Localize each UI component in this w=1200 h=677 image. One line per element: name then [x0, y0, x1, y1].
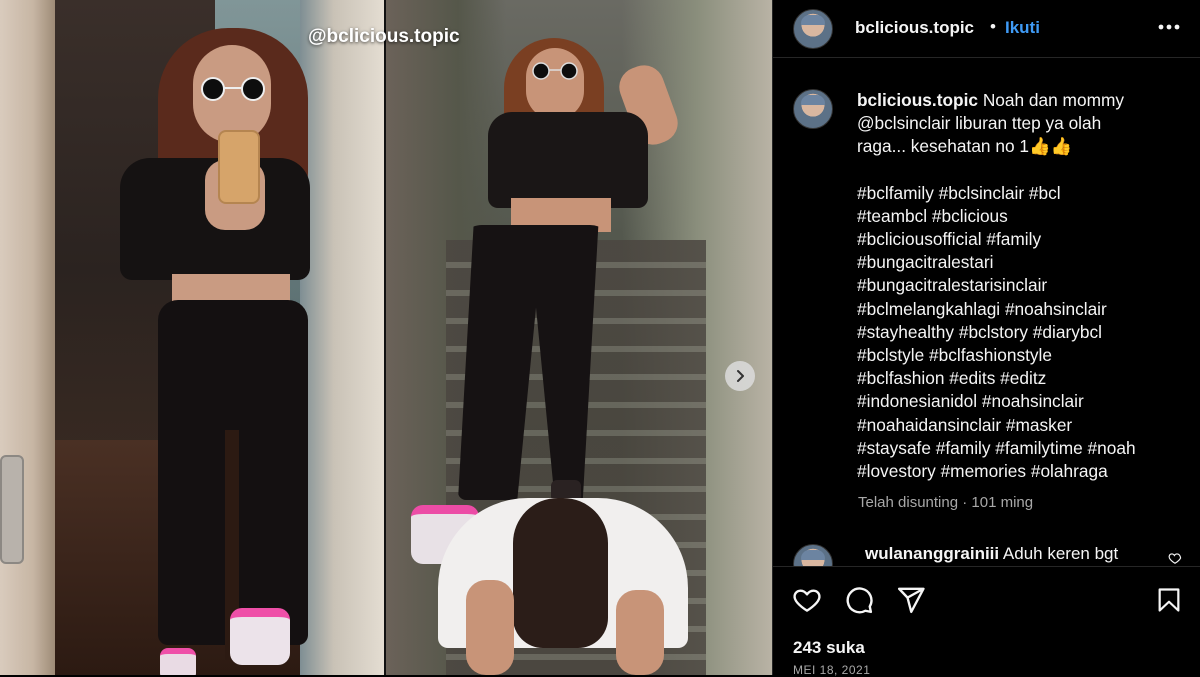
follow-button[interactable]: Ikuti	[1005, 18, 1040, 38]
caption-text: Noah dan mommy	[982, 90, 1124, 110]
child-arm-left	[466, 580, 514, 675]
caption-line: @bclsinclair liburan ttep ya olah	[857, 113, 1102, 134]
sunglasses-icon	[532, 62, 578, 80]
mirror-edge	[300, 0, 384, 675]
hashtag-line[interactable]: #bclmelangkahlagi #noahsinclair	[857, 298, 1177, 321]
caption-line: raga... kesehatan no 1👍👍	[857, 136, 1073, 157]
door-frame	[0, 0, 55, 675]
heart-icon	[793, 589, 821, 612]
caption-line-1: bclicious.topic Noah dan mommy	[857, 89, 1177, 112]
child-arm-right	[616, 590, 664, 675]
post-actions: 243 suka MEI 18, 2021	[773, 566, 1200, 677]
woman-crop-top	[488, 112, 648, 208]
save-button[interactable]	[1153, 584, 1185, 616]
header-separator: •	[990, 17, 996, 36]
more-options-button[interactable]	[1156, 14, 1182, 40]
comment-text: Aduh keren bgt	[1002, 544, 1119, 563]
hashtag-line[interactable]: #bclfashion #edits #editz	[857, 367, 1177, 390]
comment-item: wulananggrainiii Aduh keren bgt	[865, 544, 1170, 566]
comment-icon	[846, 587, 873, 614]
share-button[interactable]	[895, 584, 927, 616]
hashtag-line[interactable]: #stayhealthy #bclstory #diarybcl	[857, 321, 1177, 344]
post-caption: bclicious.topic Noah dan mommy @bclsincl…	[857, 89, 1177, 483]
photo-outdoor-stairs	[386, 0, 772, 675]
sunglasses-icon	[201, 77, 265, 101]
comment-button[interactable]	[843, 584, 875, 616]
hashtag-line[interactable]: #bungacitralestari	[857, 251, 1177, 274]
watermark-text: @bclicious.topic	[308, 26, 460, 47]
woman-face	[526, 48, 584, 120]
child-hair	[513, 498, 608, 648]
avatar[interactable]	[793, 9, 833, 49]
header-username[interactable]: bclicious.topic	[855, 18, 974, 38]
post-header: bclicious.topic • Ikuti	[773, 0, 1200, 58]
sneaker-left	[160, 648, 196, 675]
hashtag-line[interactable]: #bcliciousofficial #family	[857, 228, 1177, 251]
post-side-panel: bclicious.topic • Ikuti bclicious.topic …	[772, 0, 1200, 677]
hashtag-line[interactable]: #bclstyle #bclfashionstyle	[857, 344, 1177, 367]
caption-username[interactable]: bclicious.topic	[857, 90, 978, 110]
likes-count[interactable]: 243 suka	[793, 638, 865, 658]
bookmark-icon	[1158, 588, 1180, 612]
hashtag-line[interactable]: #indonesianidol #noahsinclair	[857, 390, 1177, 413]
caption-meta: Telah disunting · 101 ming	[858, 494, 1034, 511]
phone	[218, 130, 260, 204]
comment-username[interactable]: wulananggrainiii	[865, 544, 999, 563]
caption-avatar[interactable]	[793, 89, 833, 129]
more-horizontal-icon	[1158, 24, 1180, 30]
hashtag-line[interactable]: #noahaidansinclair #masker	[857, 414, 1177, 437]
door-handle	[0, 455, 24, 564]
share-icon	[897, 587, 925, 614]
comment-heart-icon[interactable]	[1168, 551, 1182, 565]
like-button[interactable]	[791, 584, 823, 616]
hashtag-line[interactable]: #teambcl #bclicious	[857, 205, 1177, 228]
photo-mirror-selfie	[0, 0, 384, 675]
sneaker-right	[230, 608, 290, 665]
hashtag-line[interactable]: #lovestory #memories #olahraga	[857, 460, 1177, 483]
next-image-button[interactable]	[725, 361, 755, 391]
hashtag-line[interactable]: #staysafe #family #familytime #noah	[857, 437, 1177, 460]
chevron-right-icon	[737, 370, 744, 382]
hashtag-line[interactable]: #bungacitralestarisinclair	[857, 274, 1177, 297]
hashtag-line[interactable]: #bclfamily #bclsinclair #bcl	[857, 182, 1177, 205]
post-media[interactable]: @bclicious.topic	[0, 0, 772, 675]
